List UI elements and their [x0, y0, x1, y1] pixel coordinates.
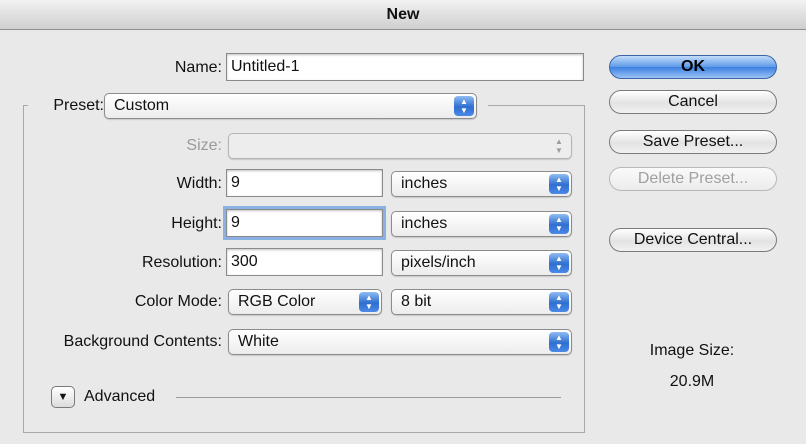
resolution-label: Resolution:: [141, 254, 222, 271]
up-down-arrows-icon: ▲ ▼: [555, 137, 563, 155]
height-field[interactable]: 9: [223, 206, 386, 240]
cancel-button[interactable]: Cancel: [609, 90, 777, 114]
size-label: Size:: [186, 137, 222, 154]
color-mode-value: RGB Color: [238, 293, 316, 310]
color-mode-label: Color Mode:: [134, 293, 222, 310]
height-unit-popup[interactable]: inches ▲ ▼: [391, 211, 572, 237]
width-unit-value: inches: [401, 175, 448, 192]
width-field[interactable]: 9: [226, 169, 383, 197]
size-popup: ▲ ▼: [228, 133, 572, 159]
preset-label: Preset:: [53, 97, 104, 114]
up-down-arrows-icon: ▲ ▼: [454, 96, 474, 116]
device-central-button[interactable]: Device Central...: [609, 228, 777, 252]
window-title: New: [386, 6, 420, 23]
background-contents-value: White: [238, 333, 279, 350]
window-titlebar: New: [0, 0, 806, 30]
width-label: Width:: [176, 175, 222, 192]
up-down-arrows-icon: ▲ ▼: [549, 174, 569, 194]
up-down-arrows-icon: ▲ ▼: [549, 253, 569, 273]
advanced-divider: [176, 397, 561, 398]
width-unit-popup[interactable]: inches ▲ ▼: [391, 171, 572, 197]
up-down-arrows-icon: ▲ ▼: [549, 332, 569, 352]
resolution-field[interactable]: 300: [226, 248, 383, 276]
save-preset-button[interactable]: Save Preset...: [609, 130, 777, 154]
name-field[interactable]: Untitled-1: [226, 53, 584, 81]
background-contents-label: Background Contents:: [63, 333, 222, 350]
advanced-label: Advanced: [84, 388, 156, 405]
height-label: Height:: [171, 215, 222, 232]
name-label: Name:: [174, 59, 222, 76]
height-unit-value: inches: [401, 215, 448, 232]
color-mode-popup[interactable]: RGB Color ▲ ▼: [228, 289, 382, 315]
image-size-value: 20.9M: [669, 373, 715, 390]
preset-popup[interactable]: Custom ▲ ▼: [104, 93, 477, 119]
new-document-dialog: Name: Untitled-1 Preset: Custom ▲ ▼ Size:…: [0, 30, 806, 444]
bit-depth-value: 8 bit: [401, 293, 432, 310]
image-size-label: Image Size:: [649, 342, 735, 359]
bit-depth-popup[interactable]: 8 bit ▲ ▼: [391, 289, 572, 315]
preset-value: Custom: [114, 97, 170, 114]
disclosure-triangle-icon[interactable]: ▼: [51, 386, 75, 408]
resolution-unit-popup[interactable]: pixels/inch ▲ ▼: [391, 250, 572, 276]
background-contents-popup[interactable]: White ▲ ▼: [228, 329, 572, 355]
up-down-arrows-icon: ▲ ▼: [549, 214, 569, 234]
delete-preset-button: Delete Preset...: [609, 167, 777, 191]
resolution-unit-value: pixels/inch: [401, 254, 476, 271]
up-down-arrows-icon: ▲ ▼: [359, 292, 379, 312]
ok-button[interactable]: OK: [609, 55, 777, 79]
up-down-arrows-icon: ▲ ▼: [549, 292, 569, 312]
